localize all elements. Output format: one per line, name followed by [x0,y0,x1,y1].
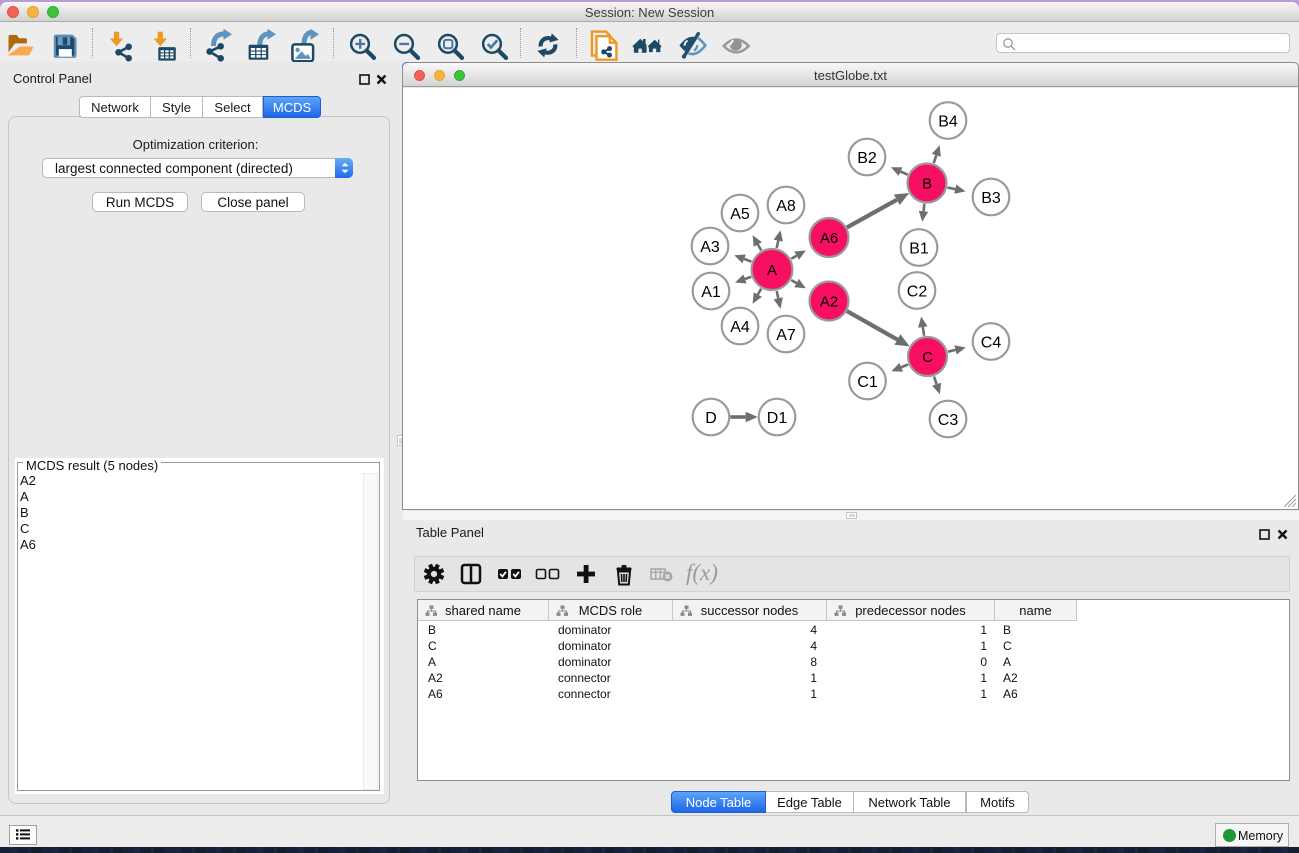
svg-text:B4: B4 [938,113,958,130]
svg-text:A3: A3 [700,239,720,256]
svg-text:A8: A8 [776,198,796,215]
svg-text:C2: C2 [907,283,928,300]
svg-text:A5: A5 [730,206,750,223]
svg-text:C3: C3 [938,412,959,429]
svg-text:B: B [922,176,932,193]
svg-text:C: C [922,349,933,366]
svg-text:B3: B3 [981,190,1001,207]
svg-text:A2: A2 [820,294,838,311]
svg-text:C4: C4 [981,334,1002,351]
svg-text:A7: A7 [776,327,796,344]
svg-text:A: A [767,262,777,279]
svg-text:D: D [705,410,717,427]
svg-text:C1: C1 [857,374,878,391]
svg-text:B2: B2 [857,150,877,167]
svg-text:A1: A1 [701,284,721,301]
svg-text:A4: A4 [730,319,750,336]
svg-text:A6: A6 [820,230,838,247]
svg-text:D1: D1 [767,410,788,427]
svg-text:B1: B1 [909,240,929,257]
